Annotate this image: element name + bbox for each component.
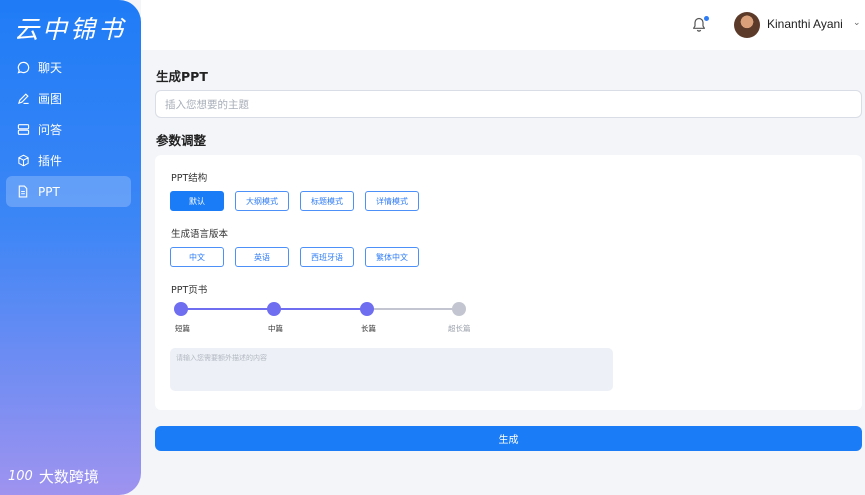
brand-watermark: 100 大数跨境 (8, 466, 99, 487)
document-icon (16, 185, 30, 199)
pages-stop-label-long: 长篇 (361, 324, 376, 333)
structure-label: PPT结构 (171, 173, 208, 184)
topic-input[interactable]: 插入您想要的主题 (155, 90, 862, 118)
sidebar-item-ppt[interactable]: PPT (6, 176, 131, 207)
sidebar-item-draw[interactable]: 画图 (6, 83, 131, 114)
extra-description-textarea[interactable]: 请输入您需要额外描述的内容 (170, 348, 613, 391)
top-bar: Kinanthi Ayani ⌄ (141, 0, 865, 50)
server-stack-icon (16, 123, 30, 137)
sidebar-item-label: 插件 (38, 154, 63, 168)
sidebar-item-qa[interactable]: 问答 (6, 114, 131, 145)
pages-stop-label-extra-long: 超长篇 (448, 324, 471, 333)
pages-slider-track-inactive[interactable] (367, 308, 459, 310)
pages-stop-label-medium: 中篇 (268, 324, 283, 333)
sidebar-item-label: 画图 (38, 92, 63, 106)
cube-icon (16, 154, 30, 168)
pages-slider-stop-medium[interactable] (267, 302, 281, 316)
pencil-icon (16, 92, 30, 106)
language-option-chinese[interactable]: 中文 (170, 247, 224, 267)
brand-mark: 100 (8, 469, 33, 484)
pages-slider-stop-extra-long[interactable] (452, 302, 466, 316)
brand-name: 大数跨境 (38, 468, 99, 486)
app-logo: 云中锦书 (14, 15, 127, 44)
sidebar-item-chat[interactable]: 聊天 (6, 52, 131, 83)
sidebar-item-plugins[interactable]: 插件 (6, 145, 131, 176)
avatar[interactable] (734, 12, 760, 38)
language-option-english[interactable]: 英语 (235, 247, 289, 267)
pages-slider-handle[interactable] (360, 302, 374, 316)
sidebar-item-label: 聊天 (38, 61, 63, 75)
sidebar: 云中锦书 聊天 画图 问答 插件 PPT 100 大数跨境 (0, 0, 141, 495)
chat-bubble-icon (16, 61, 30, 75)
structure-option-detail[interactable]: 详情模式 (365, 191, 419, 211)
pages-label: PPT页书 (171, 285, 208, 296)
page-title: 生成PPT (156, 69, 208, 84)
sidebar-item-label: PPT (38, 184, 60, 199)
pages-stop-label-short: 短篇 (175, 324, 190, 333)
language-option-spanish[interactable]: 西班牙语 (300, 247, 354, 267)
generate-button[interactable]: 生成 (155, 426, 862, 451)
structure-option-title[interactable]: 标题模式 (300, 191, 354, 211)
user-name[interactable]: Kinanthi Ayani (767, 17, 843, 31)
language-option-traditional[interactable]: 繁体中文 (365, 247, 419, 267)
chevron-down-icon[interactable]: ⌄ (853, 18, 861, 28)
pages-slider-stop-short[interactable] (174, 302, 188, 316)
structure-option-default[interactable]: 默认 (170, 191, 224, 211)
sidebar-nav: 聊天 画图 问答 插件 PPT (0, 52, 141, 207)
sidebar-item-label: 问答 (38, 123, 63, 137)
notification-dot (704, 16, 709, 21)
params-title: 参数调整 (156, 133, 207, 148)
structure-option-outline[interactable]: 大纲模式 (235, 191, 289, 211)
language-label: 生成语言版本 (171, 229, 229, 240)
